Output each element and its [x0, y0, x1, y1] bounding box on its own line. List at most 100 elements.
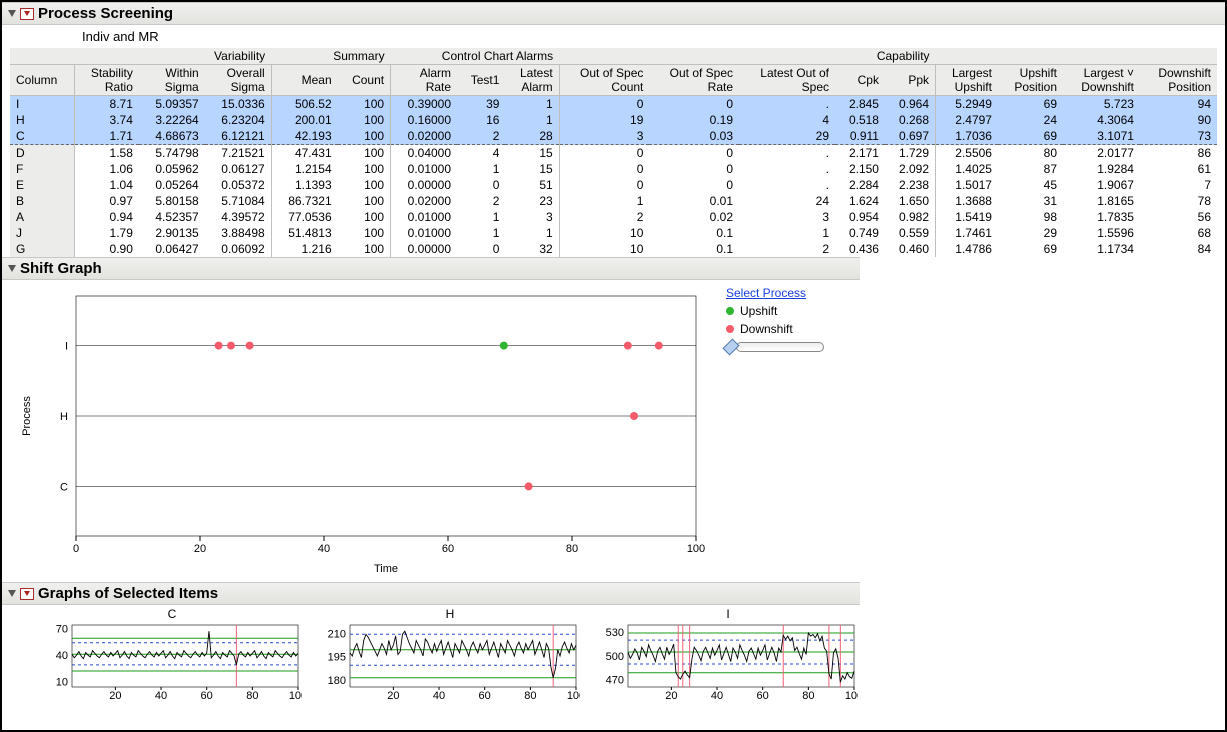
table-row[interactable]: A0.944.523574.3957277.05361000.010001320… [10, 209, 1217, 225]
column-header[interactable]: Test1 [457, 65, 505, 96]
column-header[interactable]: Column [10, 65, 74, 96]
disclosure-icon[interactable] [8, 10, 16, 17]
cell: 0.19 [649, 112, 739, 128]
column-header[interactable]: Cpk [835, 65, 885, 96]
cell: 0.90 [74, 241, 139, 257]
column-header[interactable]: Count [338, 65, 391, 96]
cell: 1 [457, 161, 505, 177]
cell: 1.7835 [1063, 209, 1140, 225]
select-process-link[interactable]: Select Process [726, 286, 806, 300]
table-row[interactable]: C1.714.686736.1212142.1931000.0200022830… [10, 128, 1217, 145]
table-row[interactable]: E1.040.052640.053721.13931000.0000005100… [10, 177, 1217, 193]
svg-text:530: 530 [606, 627, 624, 639]
cell: 2.092 [885, 161, 936, 177]
cell: 2.5506 [936, 145, 998, 162]
panel-menu-icon[interactable] [20, 588, 34, 600]
table-row[interactable]: H3.743.222646.23204200.011000.1600016119… [10, 112, 1217, 128]
cell: 0.00000 [391, 177, 457, 193]
row-label: C [10, 128, 74, 145]
column-header[interactable]: UpshiftPosition [998, 65, 1063, 96]
slider-thumb-icon[interactable] [723, 339, 740, 356]
table-row[interactable]: D1.585.747987.2152147.4311000.0400041500… [10, 145, 1217, 162]
column-header[interactable]: LatestAlarm [505, 65, 559, 96]
column-header[interactable]: Mean [271, 65, 337, 96]
cell: 2.284 [835, 177, 885, 193]
column-header[interactable]: OverallSigma [205, 65, 271, 96]
cell: 4 [739, 112, 835, 128]
column-header[interactable]: WithinSigma [139, 65, 205, 96]
cell: 1.5017 [936, 177, 998, 193]
mini-chart-title: I [598, 607, 858, 621]
panel-menu-icon[interactable] [20, 8, 34, 20]
row-label: J [10, 225, 74, 241]
mini-chart[interactable]: C10407020406080100 [42, 607, 302, 706]
svg-text:80: 80 [566, 543, 578, 555]
cell: 3 [505, 209, 559, 225]
downshift-dot-icon [726, 325, 734, 333]
cell: 5.74798 [139, 145, 205, 162]
table-row[interactable]: B0.975.801585.7108486.73211000.020002231… [10, 193, 1217, 209]
svg-text:500: 500 [606, 651, 624, 663]
table-row[interactable]: J1.792.901353.8849851.48131000.010001110… [10, 225, 1217, 241]
cell: 0 [559, 145, 649, 162]
cell: 1 [559, 193, 649, 209]
cell: 0.06127 [205, 161, 271, 177]
cell: 32 [505, 241, 559, 257]
cell: 6.12121 [205, 128, 271, 145]
table-row[interactable]: F1.060.059620.061271.21541000.0100011500… [10, 161, 1217, 177]
shift-graph-title: Shift Graph [20, 260, 102, 277]
cell: 4.39572 [205, 209, 271, 225]
cell: 51.4813 [271, 225, 337, 241]
mini-chart[interactable]: I47050053020406080100 [598, 607, 858, 706]
svg-text:40: 40 [433, 690, 445, 702]
svg-text:180: 180 [328, 675, 346, 687]
svg-text:100: 100 [845, 690, 858, 702]
slider-track[interactable] [736, 342, 824, 352]
cell: 1 [505, 112, 559, 128]
column-header[interactable]: Out of SpecCount [559, 65, 649, 96]
group-header: Variability [74, 48, 271, 65]
cell: 100 [338, 96, 391, 113]
svg-text:Time: Time [374, 563, 398, 575]
cell: 1.729 [885, 145, 936, 162]
cell: 0.964 [885, 96, 936, 113]
disclosure-icon[interactable] [8, 590, 16, 597]
cell: 0 [457, 241, 505, 257]
svg-text:60: 60 [201, 690, 213, 702]
cell: 86.7321 [271, 193, 337, 209]
column-header[interactable]: Largest ˅Downshift [1063, 65, 1140, 96]
column-header[interactable]: Ppk [885, 65, 936, 96]
column-header[interactable]: StabilityRatio [74, 65, 139, 96]
shift-graph[interactable]: CHI020406080100TimeProcess [16, 286, 716, 576]
disclosure-icon[interactable] [8, 265, 16, 272]
cell: 84 [1140, 241, 1217, 257]
cell: 80 [998, 145, 1063, 162]
cell: 24 [739, 193, 835, 209]
cell: 7 [1140, 177, 1217, 193]
cell: 8.71 [74, 96, 139, 113]
column-header[interactable]: Out of SpecRate [649, 65, 739, 96]
process-screening-window: Process Screening Indiv and MR Variabili… [0, 0, 1227, 732]
cell: 1.71 [74, 128, 139, 145]
cell: 0.05372 [205, 177, 271, 193]
cell: 0.01 [649, 193, 739, 209]
cell: 29 [739, 128, 835, 145]
cell: 1.9067 [1063, 177, 1140, 193]
summary-table[interactable]: VariabilitySummaryControl Chart AlarmsCa… [10, 48, 1217, 257]
column-header[interactable]: AlarmRate [391, 65, 457, 96]
column-header[interactable]: Latest Out ofSpec [739, 65, 835, 96]
cell: 0.05962 [139, 161, 205, 177]
cell: 1.7036 [936, 128, 998, 145]
column-header[interactable]: DownshiftPosition [1140, 65, 1217, 96]
table-row[interactable]: I8.715.0935715.0336506.521000.3900039100… [10, 96, 1217, 113]
cell: 1.06 [74, 161, 139, 177]
column-header[interactable]: LargestUpshift [936, 65, 998, 96]
legend-downshift: Downshift [740, 322, 793, 336]
group-header [936, 48, 1217, 65]
table-row[interactable]: G0.900.064270.060921.2161000.00000032100… [10, 241, 1217, 257]
process-slider[interactable] [726, 340, 824, 354]
mini-chart[interactable]: H18019521020406080100 [320, 607, 580, 706]
cell: 77.0536 [271, 209, 337, 225]
cell: 19 [559, 112, 649, 128]
svg-text:Process: Process [21, 396, 33, 436]
